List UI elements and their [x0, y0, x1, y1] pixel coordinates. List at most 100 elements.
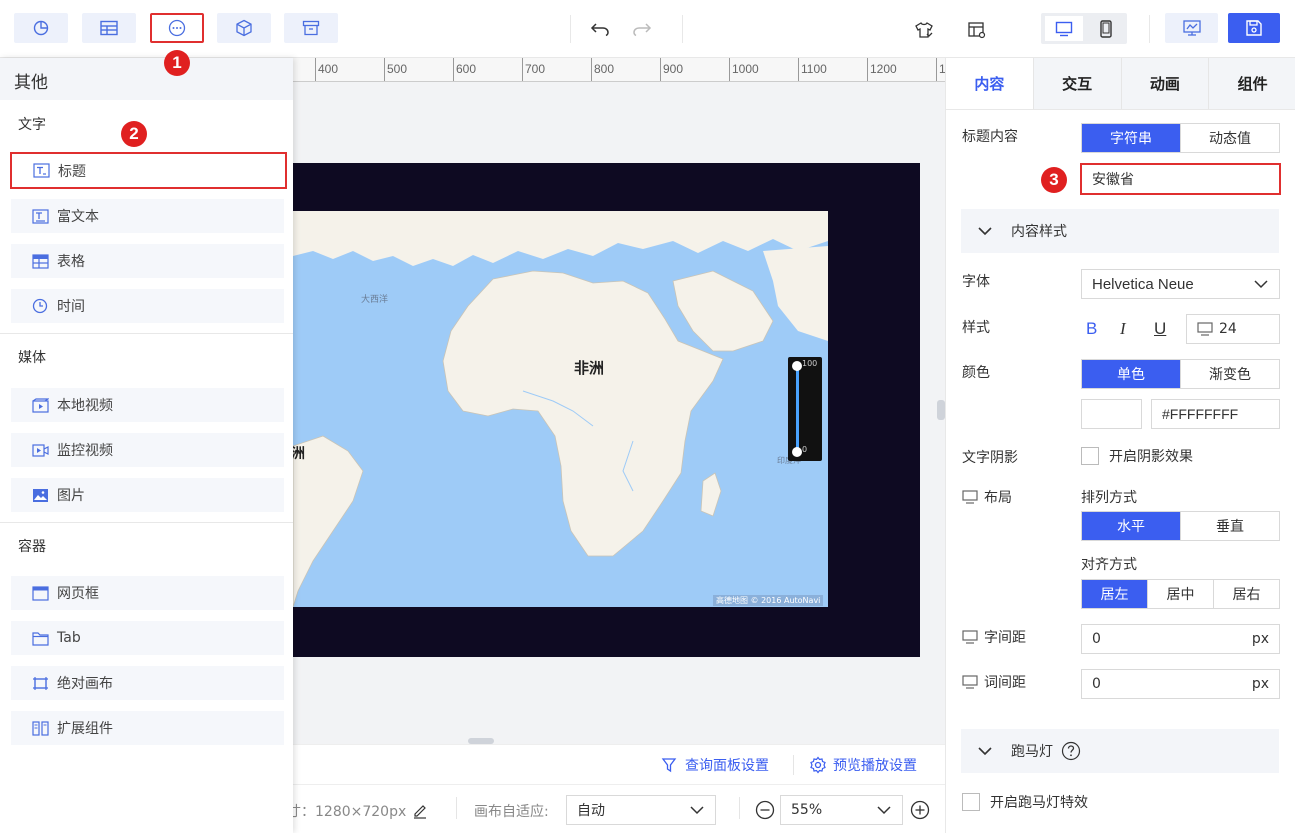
ruler-tick: 1200 — [867, 58, 897, 81]
undo-button[interactable] — [587, 17, 613, 41]
mobile-view-button[interactable] — [1089, 16, 1123, 41]
desktop-icon — [1197, 322, 1213, 336]
content-style-label: 内容样式 — [1011, 224, 1067, 240]
zoom-slider[interactable]: 100 0 — [788, 357, 822, 461]
underline-button[interactable]: U — [1154, 319, 1166, 339]
query-panel-settings[interactable]: 查询面板设置 — [661, 755, 769, 775]
desktop-icon — [962, 675, 978, 689]
desktop-view-button[interactable] — [1045, 16, 1083, 41]
adapt-label: 画布自适应: — [474, 804, 549, 820]
adapt-select-value: 自动 — [577, 803, 605, 819]
save-button[interactable] — [1228, 13, 1280, 43]
zoom-in-button[interactable] — [910, 800, 930, 824]
3d-component-button[interactable] — [217, 13, 271, 43]
marquee-section[interactable]: 跑马灯 — [961, 729, 1279, 773]
component-time[interactable]: 时间 — [11, 289, 284, 323]
unit-label: px — [1251, 676, 1269, 692]
component-webframe[interactable]: 网页框 — [11, 576, 284, 610]
component-tab[interactable]: Tab — [11, 621, 284, 655]
bold-button[interactable]: B — [1086, 319, 1097, 339]
align-right-option[interactable]: 居右 — [1213, 580, 1279, 608]
ruler-tick: 500 — [384, 58, 407, 81]
archive-component-button[interactable] — [284, 13, 338, 43]
tab-animation[interactable]: 动画 — [1120, 58, 1209, 109]
component-table[interactable]: 表格 — [11, 244, 284, 278]
ruler-tick: 800 — [591, 58, 614, 81]
other-component-button[interactable] — [150, 13, 204, 43]
checkbox[interactable] — [1081, 447, 1099, 465]
slider-max-label: 100 — [802, 359, 818, 368]
shadow-checkbox[interactable]: 开启阴影效果 — [1081, 446, 1193, 466]
component-richtext-label: 富文本 — [57, 209, 99, 225]
letter-spacing-label-group: 字间距 — [962, 627, 1026, 647]
preview-play-settings[interactable]: 预览播放设置 — [809, 755, 917, 775]
letter-spacing-value: 0 — [1092, 631, 1101, 647]
component-local-video[interactable]: 本地视频 — [11, 388, 284, 422]
color-gradient-option[interactable]: 渐变色 — [1180, 360, 1279, 388]
component-richtext[interactable]: 富文本 — [11, 199, 284, 233]
ruler-tick: 1 — [936, 58, 945, 81]
component-table-label: 表格 — [57, 254, 85, 270]
tab-component[interactable]: 组件 — [1208, 58, 1295, 109]
component-title[interactable]: 标题 — [10, 152, 287, 189]
component-extension-label: 扩展组件 — [57, 721, 113, 737]
font-select[interactable]: Helvetica Neue — [1081, 269, 1280, 299]
checkbox[interactable] — [962, 793, 980, 811]
edit-icon[interactable] — [412, 803, 428, 819]
component-extension[interactable]: 扩展组件 — [11, 711, 284, 745]
component-image[interactable]: 图片 — [11, 478, 284, 512]
help-icon[interactable] — [1061, 741, 1081, 761]
mobile-icon — [1100, 19, 1112, 38]
arrange-vertical-option[interactable]: 垂直 — [1180, 512, 1279, 540]
chart-component-button[interactable] — [14, 13, 68, 43]
preview-button[interactable] — [1165, 13, 1218, 43]
word-spacing-input[interactable]: 0 px — [1081, 669, 1280, 699]
align-center-option[interactable]: 居中 — [1147, 580, 1213, 608]
font-size-input[interactable]: 24 — [1186, 314, 1280, 344]
horizontal-ruler: 400 500 600 700 800 900 1000 1100 1200 1 — [293, 58, 945, 82]
type-dynamic-option[interactable]: 动态值 — [1180, 124, 1279, 152]
shadow-option-label: 开启阴影效果 — [1109, 449, 1193, 465]
marquee-checkbox[interactable]: 开启跑马灯特效 — [962, 792, 1088, 812]
redo-icon — [633, 23, 652, 37]
align-left-option[interactable]: 居左 — [1082, 580, 1147, 608]
title-value-input[interactable]: 安徽省 — [1080, 163, 1281, 195]
settings-button[interactable] — [964, 17, 990, 43]
component-webframe-label: 网页框 — [57, 586, 99, 602]
zoom-select[interactable]: 55% — [780, 795, 903, 825]
canvas-size: 尺寸：1280×720px — [273, 801, 428, 821]
chevron-down-icon — [877, 806, 891, 815]
tab-content[interactable]: 内容 — [946, 58, 1033, 109]
redo-button[interactable] — [629, 17, 655, 41]
table-component-button[interactable] — [82, 13, 136, 43]
letter-spacing-input[interactable]: 0 px — [1081, 624, 1280, 654]
slider-handle-max[interactable] — [792, 361, 802, 371]
word-spacing-label-group: 词间距 — [962, 672, 1026, 692]
component-time-label: 时间 — [57, 299, 85, 315]
theme-button[interactable] — [911, 17, 937, 43]
color-swatch[interactable] — [1081, 399, 1142, 429]
cube-icon — [236, 19, 252, 37]
arrange-horizontal-option[interactable]: 水平 — [1082, 512, 1180, 540]
type-string-option[interactable]: 字符串 — [1082, 124, 1180, 152]
color-hex-input[interactable]: #FFFFFFFF — [1151, 399, 1280, 429]
font-select-value: Helvetica Neue — [1092, 275, 1194, 293]
content-style-section[interactable]: 内容样式 — [961, 209, 1279, 253]
color-solid-option[interactable]: 单色 — [1082, 360, 1180, 388]
properties-tabs: 内容 交互 动画 组件 — [946, 58, 1295, 110]
italic-button[interactable]: I — [1120, 319, 1126, 339]
component-image-label: 图片 — [57, 488, 85, 504]
save-icon — [1246, 20, 1262, 36]
shadow-label: 文字阴影 — [962, 450, 1018, 466]
component-absolute-canvas[interactable]: 绝对画布 — [11, 666, 284, 700]
adapt-select[interactable]: 自动 — [566, 795, 716, 825]
slider-handle-min[interactable] — [792, 447, 802, 457]
map-component[interactable]: 非洲 大西洋 洲 印度洋 100 0 高德地图 © 2016 AutoNavi — [293, 211, 828, 607]
resize-handle[interactable] — [937, 400, 945, 420]
zoom-out-button[interactable] — [755, 800, 775, 824]
step-marker-1: 1 — [164, 50, 190, 76]
ocean-label: 大西洋 — [361, 295, 389, 305]
clock-icon — [31, 297, 49, 315]
tab-interaction[interactable]: 交互 — [1032, 58, 1121, 109]
component-monitor-video[interactable]: 监控视频 — [11, 433, 284, 467]
